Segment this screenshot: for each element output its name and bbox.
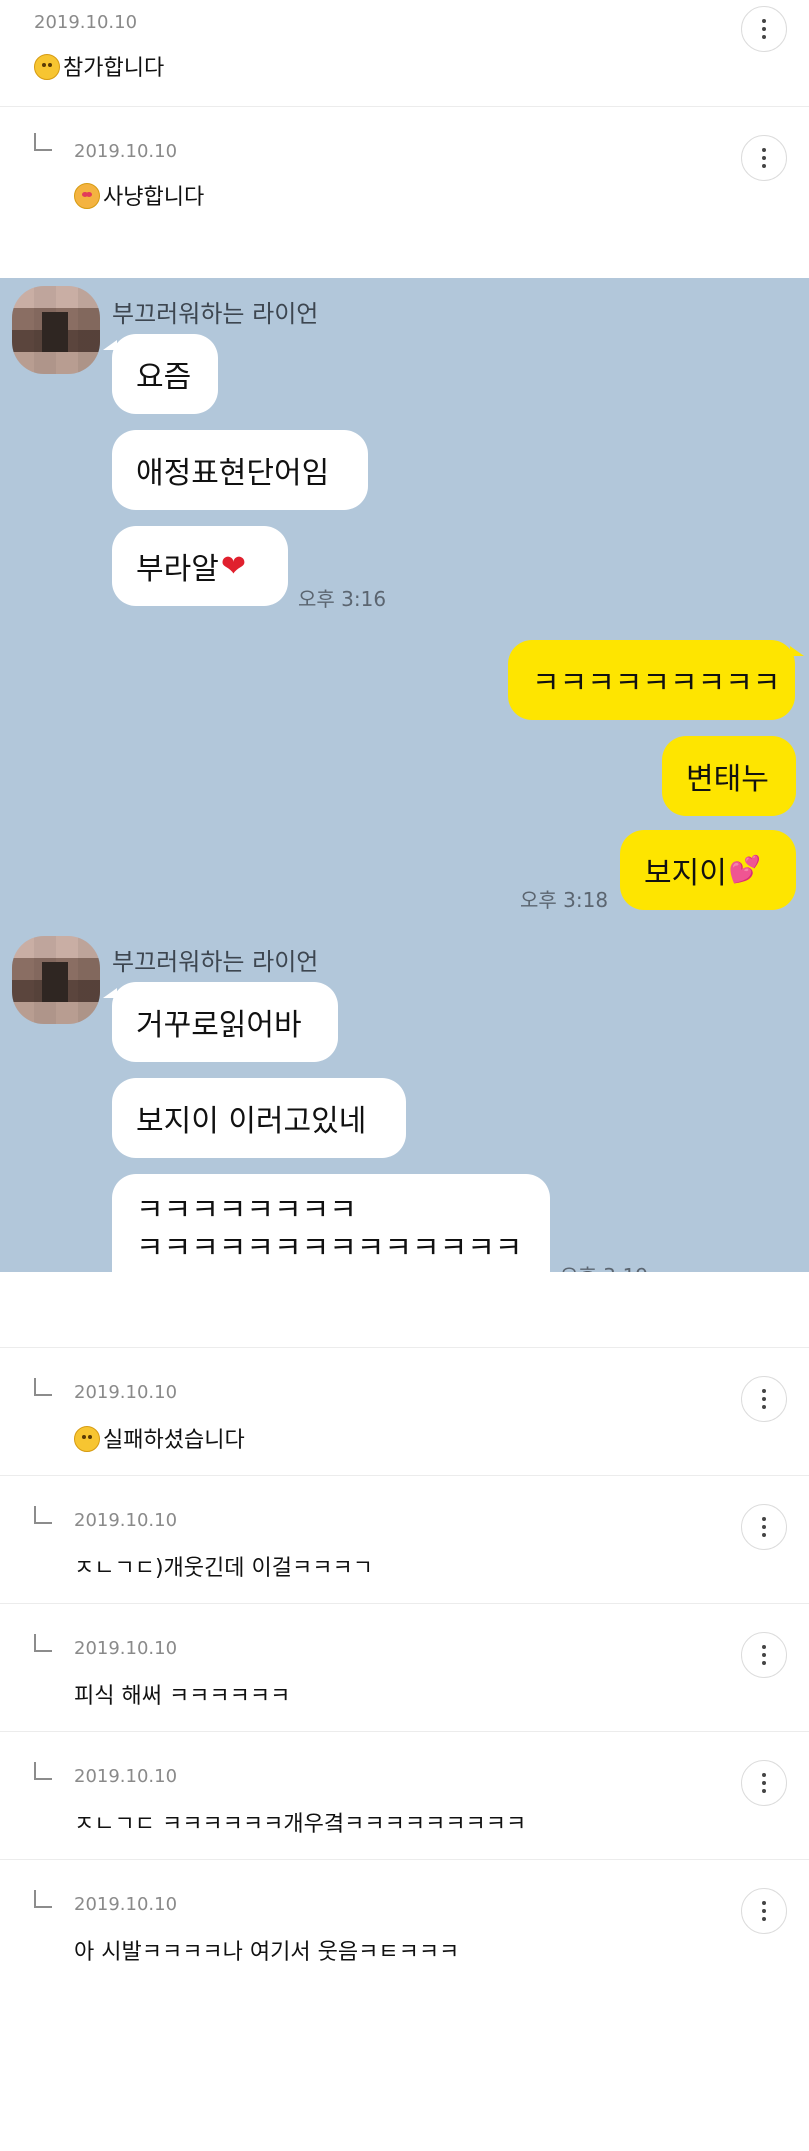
comment-reply-3: 2019.10.10 ㅈㄴㄱㄷ)개웃긴데 이걸ㅋㅋㅋㄱ xyxy=(0,1475,809,1604)
message-line: ㅋㅋㅋㅋㅋㅋㅋㅋㅋㅋㅋㅋㅋㅋ xyxy=(136,1231,523,1266)
chat-bubble: 요즘 xyxy=(103,334,218,414)
comment-reply-1: 2019.10.10 사냥합니다 xyxy=(0,106,809,279)
comment-reply-5: 2019.10.10 ㅈㄴㄱㄷ ㅋㅋㅋㅋㅋㅋ개우곀ㅋㅋㅋㅋㅋㅋㅋㅋㅋ xyxy=(0,1731,809,1860)
avatar xyxy=(12,936,100,1024)
sender-name: 부끄러워하는 라이언 xyxy=(112,948,319,976)
comment-text: 실패하셨습니다 xyxy=(103,1428,245,1453)
comment-text: 아 시발ㅋㅋㅋㅋ나 여기서 웃음ㅋㅌㅋㅋㅋ xyxy=(74,1940,460,1965)
reply-arrow-icon xyxy=(34,1890,52,1908)
comment-date: 2019.10.10 xyxy=(74,141,178,162)
comment-text-wrap: 사냥합니다 xyxy=(74,179,204,211)
comment-text: 참가합니다 xyxy=(63,56,165,81)
chat-bubble: 부라알 ❤ xyxy=(112,526,288,606)
comment-reply-4: 2019.10.10 피식 해써 ㅋㅋㅋㅋㅋㅋ xyxy=(0,1603,809,1732)
message-time: 오후 3:16 xyxy=(298,587,387,611)
comment-date: 2019.10.10 xyxy=(74,1510,178,1531)
message-text: 부라알 xyxy=(136,552,219,587)
comment-text-wrap: 참가합니다 xyxy=(34,50,164,82)
comment-text: ㅈㄴㄱㄷ)개웃긴데 이걸ㅋㅋㅋㄱ xyxy=(74,1556,373,1581)
more-options-button[interactable] xyxy=(741,1504,787,1550)
chat-bubble: ㅋㅋㅋㅋㅋㅋㅋㅋ ㅋㅋㅋㅋㅋㅋㅋㅋㅋㅋㅋㅋㅋㅋ xyxy=(112,1174,550,1272)
comment-date: 2019.10.10 xyxy=(74,1894,178,1915)
thinking-face-icon xyxy=(34,54,60,80)
my-chat-bubble: 변태누 xyxy=(662,736,796,816)
more-options-button[interactable] xyxy=(741,1376,787,1422)
avatar xyxy=(12,286,100,374)
chat-bubble: 보지이 이러고있네 xyxy=(112,1078,406,1158)
chat-screenshot: 부끄러워하는 라이언 요즘 애정표현단어임 부라알 ❤ 오후 3:16 ㅋㅋㅋㅋㅋ… xyxy=(0,278,809,1272)
comment-date: 2019.10.10 xyxy=(74,1638,178,1659)
message-time: 오후 3:18 xyxy=(520,888,609,912)
sender-name: 부끄러워하는 라이언 xyxy=(112,300,319,328)
comment-1: 2019.10.10 참가합니다 xyxy=(0,0,809,106)
comment-date: 2019.10.10 xyxy=(74,1382,178,1403)
smiling-face-with-hearts-icon xyxy=(74,183,100,209)
reply-arrow-icon xyxy=(34,1634,52,1652)
message-time: 오후 3:19 xyxy=(560,1260,648,1272)
reply-arrow-icon xyxy=(34,133,52,151)
more-options-button[interactable] xyxy=(741,1888,787,1934)
message-text: 보지이 xyxy=(644,856,727,891)
more-options-button[interactable] xyxy=(741,135,787,181)
comment-reply-6: 2019.10.10 아 시발ㅋㅋㅋㅋ나 여기서 웃음ㅋㅌㅋㅋㅋ xyxy=(0,1859,809,2030)
two-hearts-icon: 💕 xyxy=(728,855,762,885)
comment-text: 사냥합니다 xyxy=(103,185,205,210)
more-options-button[interactable] xyxy=(741,6,787,52)
chat-bubble: 애정표현단어임 xyxy=(112,430,368,510)
comment-text-wrap: 실패하셨습니다 xyxy=(74,1422,245,1454)
comment-date: 2019.10.10 xyxy=(34,12,138,33)
comment-date: 2019.10.10 xyxy=(74,1766,178,1787)
reply-arrow-icon xyxy=(34,1506,52,1524)
thinking-face-icon xyxy=(74,1426,100,1452)
reply-arrow-icon xyxy=(34,1762,52,1780)
my-chat-bubble: ㅋㅋㅋㅋㅋㅋㅋㅋㅋ xyxy=(508,640,804,720)
comment-text: 피식 해써 ㅋㅋㅋㅋㅋㅋ xyxy=(74,1684,291,1709)
red-heart-icon: ❤ xyxy=(220,548,246,584)
more-options-button[interactable] xyxy=(741,1632,787,1678)
comment-reply-2: 2019.10.10 실패하셨습니다 xyxy=(0,1347,809,1476)
reply-arrow-icon xyxy=(34,1378,52,1396)
more-options-button[interactable] xyxy=(741,1760,787,1806)
my-chat-bubble: 보지이 💕 xyxy=(620,830,796,910)
message-line: ㅋㅋㅋㅋㅋㅋㅋㅋ xyxy=(136,1193,357,1228)
comment-text: ㅈㄴㄱㄷ ㅋㅋㅋㅋㅋㅋ개우곀ㅋㅋㅋㅋㅋㅋㅋㅋㅋ xyxy=(74,1812,527,1837)
chat-bubble: 거꾸로읽어바 xyxy=(103,982,338,1062)
